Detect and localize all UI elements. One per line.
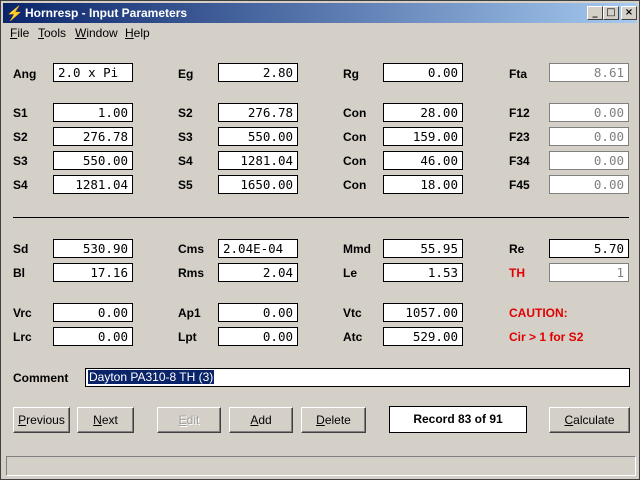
ang-label: Ang <box>13 67 37 81</box>
main-window: ⚡ Hornresp - Input Parameters _ □ × File… <box>0 0 640 480</box>
ap1-field[interactable]: 0.00 <box>218 303 298 322</box>
eg-field[interactable]: 2.80 <box>218 63 298 82</box>
ap1-label: Ap1 <box>178 306 201 320</box>
delete-button[interactable]: Delete <box>301 407 366 433</box>
cms-field[interactable]: 2.04E-04 <box>218 239 298 258</box>
fta-label: Fta <box>509 67 527 81</box>
le-field[interactable]: 1.53 <box>383 263 463 282</box>
s3-field[interactable]: 550.00 <box>53 151 133 170</box>
eg-label: Eg <box>178 67 194 81</box>
s5-field[interactable]: 1650.00 <box>218 175 298 194</box>
rg-field[interactable]: 0.00 <box>383 63 463 82</box>
con1-label: Con <box>343 106 367 120</box>
minimize-button[interactable]: _ <box>587 6 603 20</box>
f23-field: 0.00 <box>549 127 629 146</box>
vtc-label: Vtc <box>343 306 362 320</box>
s5-label: S5 <box>178 178 193 192</box>
comment-input[interactable]: Dayton PA310-8 TH (3) <box>85 368 630 387</box>
s3b-label: S3 <box>178 130 193 144</box>
s2-field[interactable]: 276.78 <box>53 127 133 146</box>
th-field: 1 <box>549 263 629 282</box>
lrc-label: Lrc <box>13 330 32 344</box>
s2b-field[interactable]: 276.78 <box>218 103 298 122</box>
f12-field: 0.00 <box>549 103 629 122</box>
status-bar <box>6 456 636 476</box>
f45-label: F45 <box>509 178 530 192</box>
close-button[interactable]: × <box>621 6 637 20</box>
con4-field[interactable]: 18.00 <box>383 175 463 194</box>
s1-label: S1 <box>13 106 28 120</box>
con4-label: Con <box>343 178 367 192</box>
calculate-button[interactable]: Calculate <box>549 407 630 433</box>
atc-label: Atc <box>343 330 363 344</box>
comment-text: Dayton PA310-8 TH (3) <box>88 370 215 384</box>
s4-label: S4 <box>13 178 28 192</box>
lpt-label: Lpt <box>178 330 197 344</box>
comment-label: Comment <box>13 371 69 385</box>
rms-field[interactable]: 2.04 <box>218 263 298 282</box>
section-divider <box>13 217 629 218</box>
previous-button[interactable]: Previous <box>13 407 70 433</box>
s4b-label: S4 <box>178 154 193 168</box>
ang-field[interactable]: 2.0 x Pi <box>53 63 133 82</box>
menu-tools[interactable]: Tools <box>38 26 66 40</box>
mmd-label: Mmd <box>343 242 371 256</box>
bl-field[interactable]: 17.16 <box>53 263 133 282</box>
maximize-button[interactable]: □ <box>603 6 619 20</box>
con2-field[interactable]: 159.00 <box>383 127 463 146</box>
fta-field: 8.61 <box>549 63 629 82</box>
record-indicator: Record 83 of 91 <box>389 406 527 433</box>
caution-message: Cir > 1 for S2 <box>509 330 584 344</box>
s4-field[interactable]: 1281.04 <box>53 175 133 194</box>
con1-field[interactable]: 28.00 <box>383 103 463 122</box>
f34-label: F34 <box>509 154 530 168</box>
add-button[interactable]: Add <box>229 407 293 433</box>
s3b-field[interactable]: 550.00 <box>218 127 298 146</box>
con3-label: Con <box>343 154 367 168</box>
lrc-field[interactable]: 0.00 <box>53 327 133 346</box>
atc-field[interactable]: 529.00 <box>383 327 463 346</box>
vtc-field[interactable]: 1057.00 <box>383 303 463 322</box>
th-label: TH <box>509 266 525 280</box>
caution-label: CAUTION: <box>509 306 568 320</box>
sd-field[interactable]: 530.90 <box>53 239 133 258</box>
s2-label: S2 <box>13 130 28 144</box>
f23-label: F23 <box>509 130 530 144</box>
f45-field: 0.00 <box>549 175 629 194</box>
f34-field: 0.00 <box>549 151 629 170</box>
menu-file[interactable]: File <box>10 26 29 40</box>
le-label: Le <box>343 266 358 280</box>
bl-label: Bl <box>13 266 25 280</box>
con3-field[interactable]: 46.00 <box>383 151 463 170</box>
s4b-field[interactable]: 1281.04 <box>218 151 298 170</box>
s3-label: S3 <box>13 154 28 168</box>
window-title: Hornresp - Input Parameters <box>25 6 188 20</box>
s2b-label: S2 <box>178 106 193 120</box>
cms-label: Cms <box>178 242 205 256</box>
f12-label: F12 <box>509 106 530 120</box>
lightning-bolt-icon: ⚡ <box>6 5 24 21</box>
vrc-field[interactable]: 0.00 <box>53 303 133 322</box>
menu-bar: File Tools Window Help <box>3 24 637 42</box>
menu-help[interactable]: Help <box>125 26 150 40</box>
title-bar[interactable]: ⚡ Hornresp - Input Parameters _ □ × <box>3 3 637 23</box>
sd-label: Sd <box>13 242 29 256</box>
lpt-field[interactable]: 0.00 <box>218 327 298 346</box>
re-label: Re <box>509 242 525 256</box>
vrc-label: Vrc <box>13 306 32 320</box>
mmd-field[interactable]: 55.95 <box>383 239 463 258</box>
next-button[interactable]: Next <box>77 407 134 433</box>
rg-label: Rg <box>343 67 359 81</box>
edit-button: Edit <box>157 407 221 433</box>
con2-label: Con <box>343 130 367 144</box>
rms-label: Rms <box>178 266 205 280</box>
s1-field[interactable]: 1.00 <box>53 103 133 122</box>
re-field[interactable]: 5.70 <box>549 239 629 258</box>
menu-window[interactable]: Window <box>75 26 118 40</box>
